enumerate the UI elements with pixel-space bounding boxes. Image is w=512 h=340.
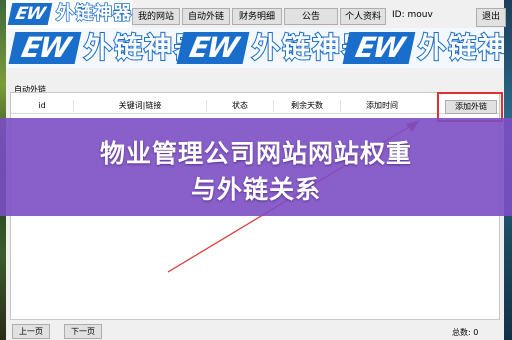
- title-overlay: 物业管理公司网站网站权重 与外链关系: [0, 118, 512, 216]
- overlay-title-line-2: 与外链关系: [190, 175, 321, 204]
- overlay-title-line-1: 物业管理公司网站网站权重: [99, 139, 412, 168]
